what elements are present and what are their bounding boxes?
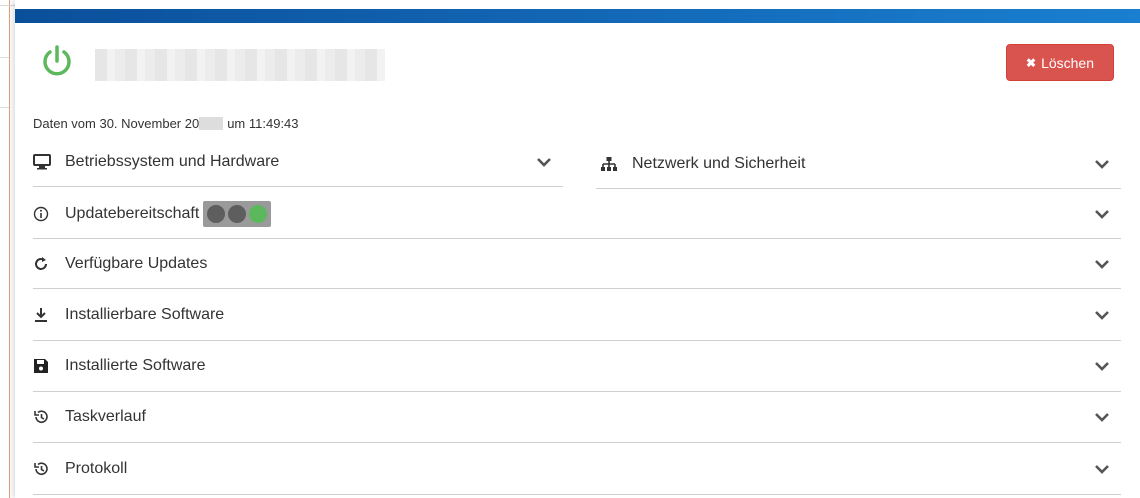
- traffic-light-green: [249, 204, 268, 223]
- section-label: Taskverlauf: [65, 408, 146, 425]
- section-installable-software[interactable]: Installierbare Software: [33, 289, 1121, 341]
- section-os-hardware[interactable]: Betriebssystem und Hardware: [33, 137, 563, 187]
- chevron-down-icon: [1095, 310, 1109, 320]
- section-label: Verfügbare Updates: [65, 254, 208, 272]
- chevron-down-icon: [1095, 209, 1109, 219]
- history-icon: [33, 461, 55, 477]
- background-page-edge: [0, 0, 10, 498]
- device-detail-panel: ✖ Löschen Daten vom 30. November 20 um 11…: [15, 0, 1140, 498]
- chevron-down-icon: [1095, 413, 1109, 422]
- chevron-down-icon: [1095, 159, 1109, 169]
- section-label: Installierbare Software: [65, 305, 225, 323]
- chevron-down-icon: [1095, 464, 1109, 474]
- section-label: Updatebereitschaft: [65, 204, 200, 222]
- readiness-traffic-light: [203, 200, 272, 227]
- timestamp-prefix: Daten vom 30. November 20: [33, 116, 200, 131]
- info-icon: [33, 206, 55, 222]
- section-installed-software[interactable]: Installierte Software: [33, 341, 1121, 392]
- save-icon: [33, 358, 55, 374]
- redacted-year: [199, 117, 224, 130]
- close-icon: ✖: [1026, 55, 1037, 70]
- section-update-readiness[interactable]: Updatebereitschaft: [33, 189, 1121, 239]
- sitemap-icon: [600, 156, 622, 172]
- section-task-history[interactable]: Taskverlauf: [33, 392, 1121, 443]
- data-timestamp: Daten vom 30. November 20 um 11:49:43: [33, 116, 299, 131]
- delete-button[interactable]: ✖ Löschen: [1006, 44, 1114, 81]
- section-log[interactable]: Protokoll: [33, 443, 1121, 495]
- refresh-icon: [33, 256, 55, 272]
- delete-button-label: Löschen: [1041, 54, 1094, 71]
- chevron-down-icon: [537, 157, 551, 167]
- section-label: Protokoll: [65, 459, 128, 477]
- background-divider: [0, 107, 9, 108]
- section-available-updates[interactable]: Verfügbare Updates: [33, 239, 1121, 289]
- chevron-down-icon: [1095, 362, 1109, 371]
- download-icon: [33, 307, 55, 323]
- section-label: Installierte Software: [65, 357, 206, 374]
- chevron-down-icon: [1095, 259, 1109, 269]
- section-label: Betriebssystem und Hardware: [65, 152, 280, 170]
- traffic-light-red: [207, 204, 226, 223]
- section-label: Netzwerk und Sicherheit: [632, 154, 806, 172]
- redacted-device-name: [95, 49, 385, 81]
- traffic-light-yellow: [228, 204, 247, 223]
- history-icon: [33, 409, 55, 425]
- power-icon: [43, 45, 71, 76]
- section-network-security[interactable]: Netzwerk und Sicherheit: [596, 139, 1121, 189]
- background-divider: [0, 57, 9, 58]
- monitor-icon: [33, 153, 55, 170]
- panel-header-bar: [15, 9, 1140, 23]
- timestamp-suffix: um 11:49:43: [227, 116, 299, 131]
